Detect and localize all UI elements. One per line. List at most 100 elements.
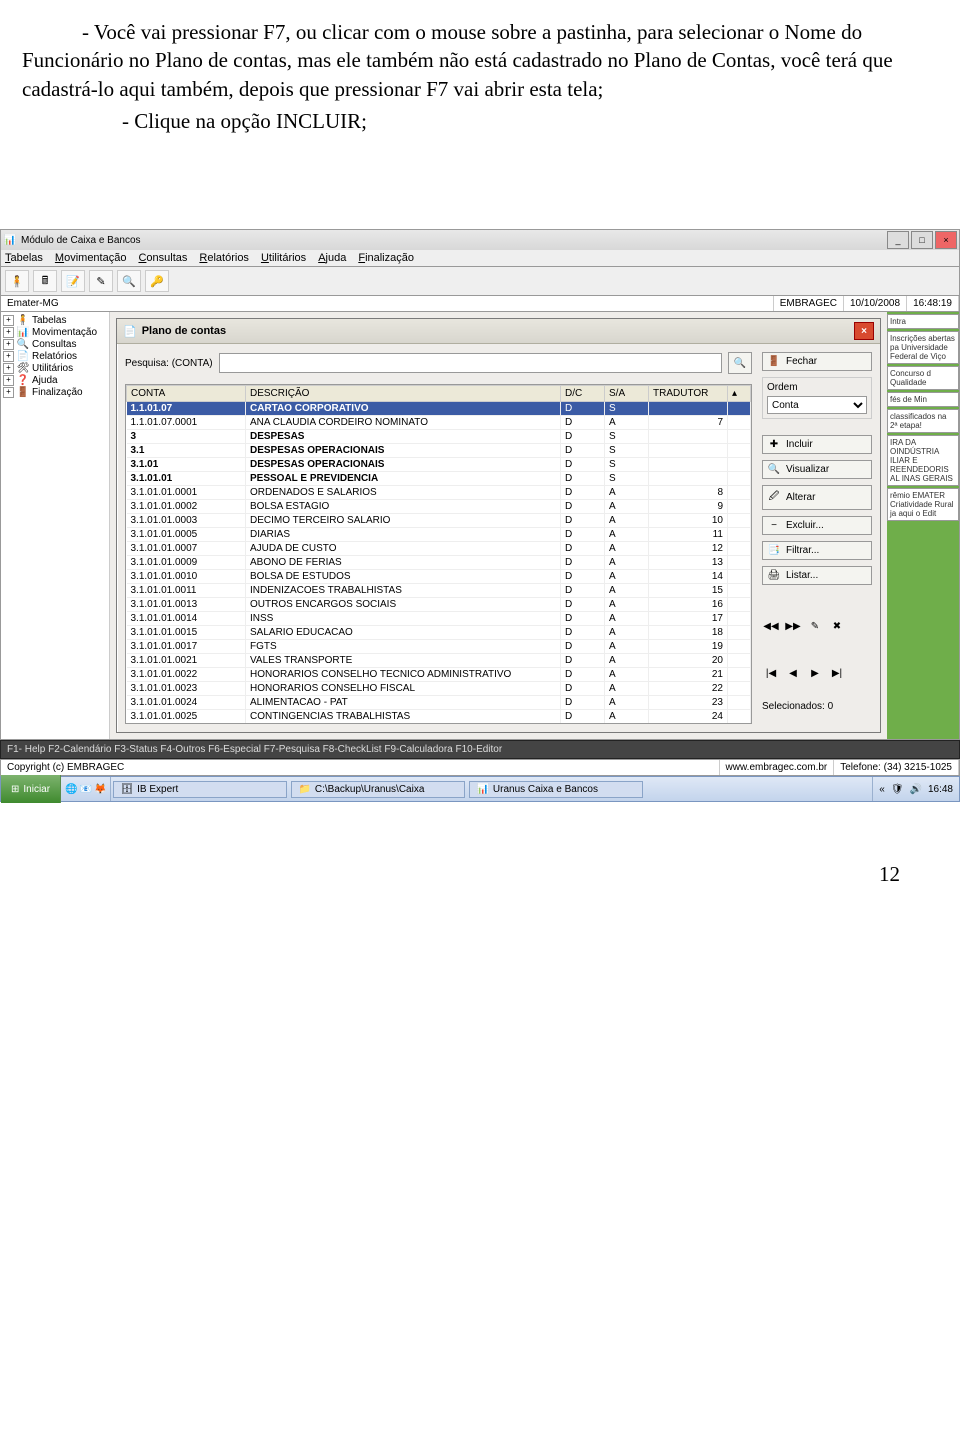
tray-clock: 16:48 bbox=[928, 784, 953, 795]
expand-icon[interactable]: + bbox=[3, 315, 14, 326]
tool-person-icon[interactable]: 🧍 bbox=[5, 270, 29, 292]
expand-icon[interactable]: + bbox=[3, 387, 14, 398]
tree-item[interactable]: +❓Ajuda bbox=[3, 374, 107, 386]
table-row[interactable]: 1.1.01.07CARTAO CORPORATIVODS bbox=[127, 402, 751, 416]
nav-fwd-icon[interactable]: ▶ bbox=[806, 668, 824, 679]
excluir-button[interactable]: −Excluir... bbox=[762, 516, 872, 535]
menu-movimentacao[interactable]: Movimentação bbox=[55, 252, 127, 264]
menu-finalizacao[interactable]: Finalização bbox=[358, 252, 414, 264]
tool-search-icon[interactable]: 🔍 bbox=[117, 270, 141, 292]
nav-prev-icon[interactable]: ▶▶ bbox=[784, 621, 802, 632]
tool-note-icon[interactable]: 📝 bbox=[61, 270, 85, 292]
tool-pen-icon[interactable]: ✎ bbox=[89, 270, 113, 292]
table-row[interactable]: 3.1.01.01.0005DIARIASDA11 bbox=[127, 528, 751, 542]
table-row[interactable]: 3.1.01.01.0015SALARIO EDUCACAODA18 bbox=[127, 626, 751, 640]
taskbar: ⊞Iniciar 🌐 📧 🦊 🗄IB Expert📁C:\Backup\Uran… bbox=[0, 776, 960, 802]
tree-item[interactable]: +🚪Finalização bbox=[3, 386, 107, 398]
visualizar-button[interactable]: 🔍Visualizar bbox=[762, 460, 872, 479]
col-descricao[interactable]: DESCRIÇÃO bbox=[246, 386, 561, 402]
table-row[interactable]: 3.1.01.01.0024ALIMENTACAO - PATDA23 bbox=[127, 696, 751, 710]
tree-item[interactable]: +🧍Tabelas bbox=[3, 314, 107, 326]
expand-icon[interactable]: + bbox=[3, 327, 14, 338]
col-sa[interactable]: S/A bbox=[605, 386, 649, 402]
listar-button[interactable]: 🖨Listar... bbox=[762, 566, 872, 585]
expand-icon[interactable]: + bbox=[3, 363, 14, 374]
table-row[interactable]: 3.1DESPESAS OPERACIONAISDS bbox=[127, 444, 751, 458]
incluir-button[interactable]: ✚Incluir bbox=[762, 435, 872, 454]
ad-snippet: rêmio EMATER Criatividade Rural ja aqui … bbox=[887, 488, 959, 521]
table-row[interactable]: 3.1.01.01.0011INDENIZACOES TRABALHISTASD… bbox=[127, 584, 751, 598]
footer-bar: Copyright (c) EMBRAGEC www.embragec.com.… bbox=[0, 759, 960, 776]
dialog-close-button[interactable]: × bbox=[854, 322, 874, 340]
table-row[interactable]: 3.1.01.01.0021VALES TRANSPORTEDA20 bbox=[127, 654, 751, 668]
minimize-button[interactable]: _ bbox=[887, 231, 909, 249]
close-window-button[interactable]: × bbox=[935, 231, 957, 249]
page-number: 12 bbox=[0, 802, 960, 887]
tree-node-icon: 🚪 bbox=[16, 386, 30, 398]
table-row[interactable]: 3.1.01.01.0025CONTINGENCIAS TRABALHISTAS… bbox=[127, 710, 751, 724]
nav-del-icon[interactable]: ✖ bbox=[828, 621, 846, 632]
table-row[interactable]: 3.1.01.01.0009ABONO DE FERIASDA13 bbox=[127, 556, 751, 570]
expand-icon[interactable]: + bbox=[3, 351, 14, 362]
table-row[interactable]: 3DESPESASDS bbox=[127, 430, 751, 444]
table-row[interactable]: 3.1.01.01.0007AJUDA DE CUSTODA12 bbox=[127, 542, 751, 556]
menu-tabelas[interactable]: Tabelas bbox=[5, 252, 43, 264]
tree-item[interactable]: +🛠Utilitários bbox=[3, 362, 107, 374]
tray-chevron-icon[interactable]: « bbox=[879, 784, 885, 795]
ad-snippet: Intra bbox=[887, 314, 959, 329]
start-button[interactable]: ⊞Iniciar bbox=[1, 775, 61, 803]
menu-utilitarios[interactable]: Utilitários bbox=[261, 252, 306, 264]
table-row[interactable]: 3.1.01.01.0014INSSDA17 bbox=[127, 612, 751, 626]
table-row[interactable]: 3.1.01.01.0013OUTROS ENCARGOS SOCIAISDA1… bbox=[127, 598, 751, 612]
nav-first2-icon[interactable]: |◀ bbox=[762, 668, 780, 679]
expand-icon[interactable]: + bbox=[3, 339, 14, 350]
col-dc[interactable]: D/C bbox=[561, 386, 605, 402]
search-input[interactable] bbox=[219, 353, 722, 373]
nav-back-icon[interactable]: ◀ bbox=[784, 668, 802, 679]
col-tradutor[interactable]: TRADUTOR bbox=[649, 386, 728, 402]
table-row[interactable]: 3.1.01.01.0022HONORARIOS CONSELHO TECNIC… bbox=[127, 668, 751, 682]
ordem-select[interactable]: Conta bbox=[767, 396, 867, 414]
tool-calc-icon[interactable]: 🖩 bbox=[33, 270, 57, 292]
table-row[interactable]: 1.1.01.07.0001ANA CLAUDIA CORDEIRO NOMIN… bbox=[127, 416, 751, 430]
accounts-grid[interactable]: CONTA DESCRIÇÃO D/C S/A TRADUTOR ▴ 1.1.0… bbox=[125, 384, 752, 724]
tree-item[interactable]: +📄Relatórios bbox=[3, 350, 107, 362]
tree-label: Consultas bbox=[32, 339, 76, 350]
table-row[interactable]: 3.1.01.01.0017FGTSDA19 bbox=[127, 640, 751, 654]
nav-first-icon[interactable]: ◀◀ bbox=[762, 621, 780, 632]
tree-item[interactable]: +📊Movimentação bbox=[3, 326, 107, 338]
table-row[interactable]: 3.1.01.01.0001ORDENADOS E SALARIOSDA8 bbox=[127, 486, 751, 500]
tray-shield-icon[interactable]: 🛡 bbox=[891, 784, 904, 795]
task-label: IB Expert bbox=[137, 784, 178, 795]
table-row[interactable]: 3.1.01.01.0003DECIMO TERCEIRO SALARIODA1… bbox=[127, 514, 751, 528]
menu-consultas[interactable]: Consultas bbox=[138, 252, 187, 264]
taskbar-task[interactable]: 📊Uranus Caixa e Bancos bbox=[469, 781, 643, 798]
tool-key-icon[interactable]: 🔑 bbox=[145, 270, 169, 292]
taskbar-task[interactable]: 📁C:\Backup\Uranus\Caixa bbox=[291, 781, 465, 798]
table-row[interactable]: 3.1.01.01.0023HONORARIOS CONSELHO FISCAL… bbox=[127, 682, 751, 696]
filtrar-button[interactable]: 📑Filtrar... bbox=[762, 541, 872, 560]
status-company: EMBRAGEC bbox=[774, 296, 844, 311]
search-button-icon[interactable]: 🔍 bbox=[728, 352, 752, 374]
menu-relatorios[interactable]: Relatórios bbox=[199, 252, 249, 264]
col-conta[interactable]: CONTA bbox=[127, 386, 246, 402]
ql-firefox-icon[interactable]: 🦊 bbox=[94, 784, 106, 795]
alterar-button[interactable]: 🖉Alterar bbox=[762, 485, 872, 510]
maximize-button[interactable]: □ bbox=[911, 231, 933, 249]
tray-sound-icon[interactable]: 🔊 bbox=[910, 784, 922, 795]
tree-item[interactable]: +🔍Consultas bbox=[3, 338, 107, 350]
footer-tel: Telefone: (34) 3215-1025 bbox=[834, 760, 959, 775]
ad-snippet: fés de Min bbox=[887, 392, 959, 407]
menu-ajuda[interactable]: Ajuda bbox=[318, 252, 346, 264]
expand-icon[interactable]: + bbox=[3, 375, 14, 386]
taskbar-task[interactable]: 🗄IB Expert bbox=[113, 781, 287, 798]
table-row[interactable]: 3.1.01.01PESSOAL E PREVIDENCIADS bbox=[127, 472, 751, 486]
ql-ie-icon[interactable]: 🌐 bbox=[65, 784, 77, 795]
table-row[interactable]: 3.1.01.01.0002BOLSA ESTAGIODA9 bbox=[127, 500, 751, 514]
nav-last-icon[interactable]: ▶| bbox=[828, 668, 846, 679]
table-row[interactable]: 3.1.01.01.0010BOLSA DE ESTUDOSDA14 bbox=[127, 570, 751, 584]
ql-outlook-icon[interactable]: 📧 bbox=[80, 784, 92, 795]
fechar-button[interactable]: 🚪Fechar bbox=[762, 352, 872, 371]
nav-edit-icon[interactable]: ✎ bbox=[806, 621, 824, 632]
table-row[interactable]: 3.1.01DESPESAS OPERACIONAISDS bbox=[127, 458, 751, 472]
